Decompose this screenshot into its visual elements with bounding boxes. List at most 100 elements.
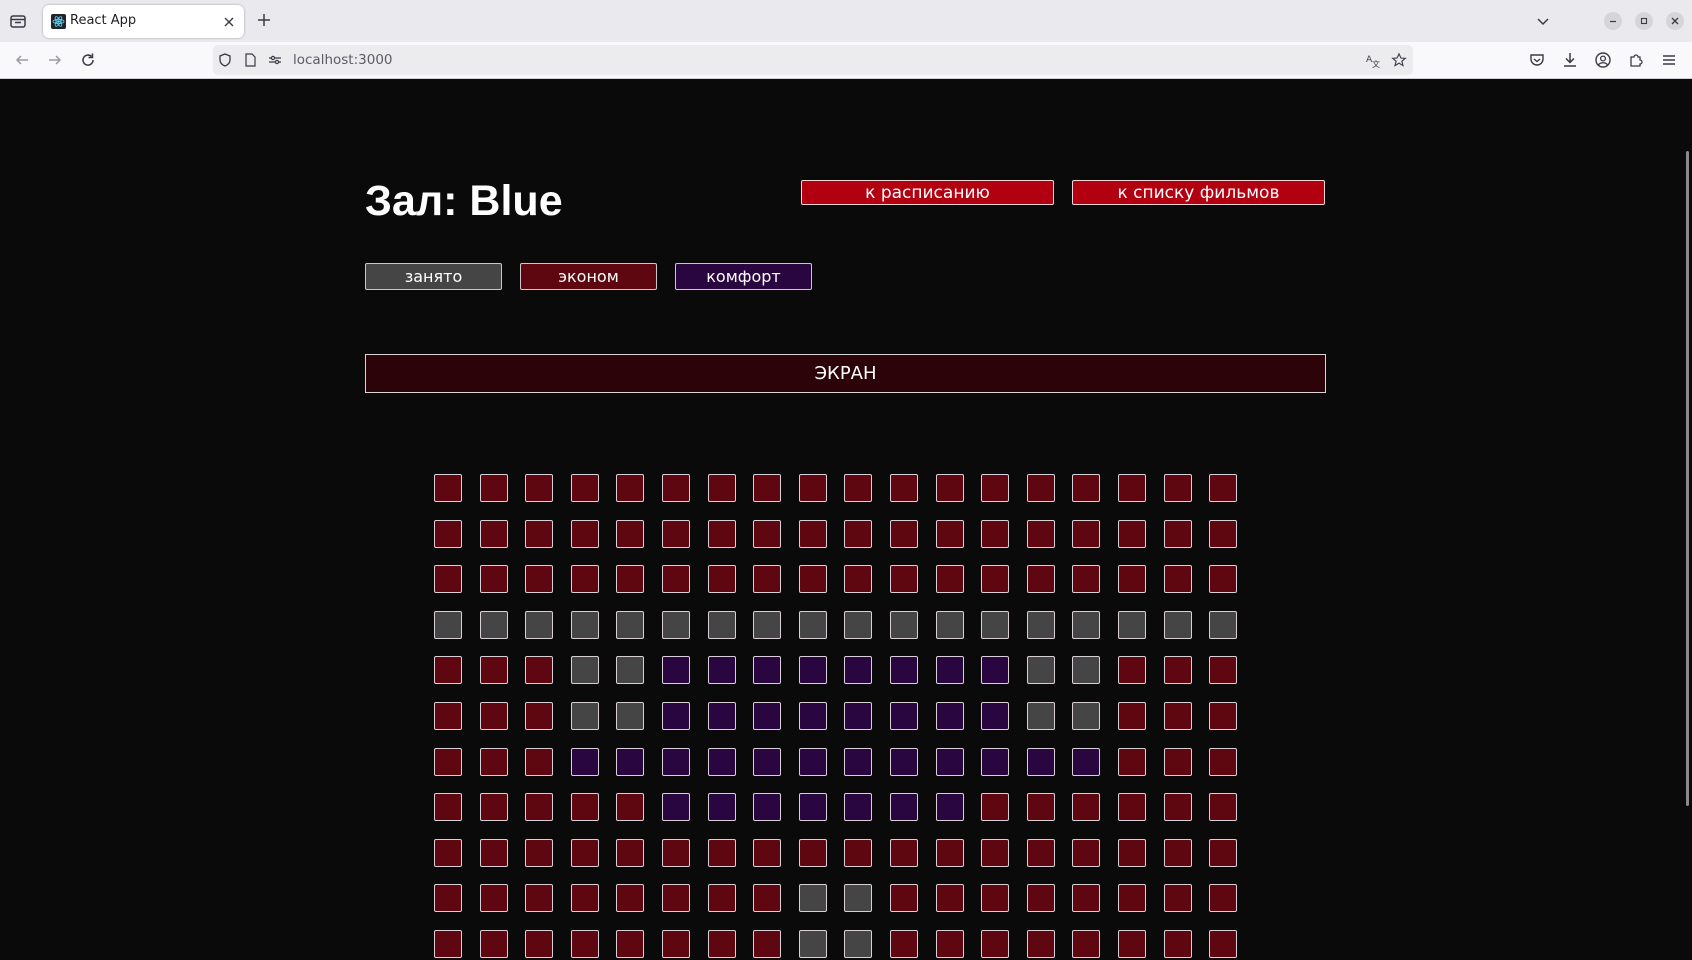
seat-economy[interactable]: [1117, 656, 1146, 685]
seat-economy[interactable]: [616, 565, 645, 594]
seat-comfort[interactable]: [661, 656, 690, 685]
seat-comfort[interactable]: [889, 701, 918, 730]
close-tab-icon[interactable]: [221, 14, 237, 30]
seat-economy[interactable]: [889, 474, 918, 502]
seat-economy[interactable]: [1117, 519, 1146, 548]
seat-economy[interactable]: [1072, 884, 1101, 913]
seat-economy[interactable]: [1163, 884, 1192, 913]
seat-economy[interactable]: [707, 884, 736, 913]
seat-economy[interactable]: [434, 519, 462, 548]
download-icon[interactable]: [1561, 51, 1579, 69]
seat-comfort[interactable]: [753, 747, 782, 776]
seat-economy[interactable]: [1072, 565, 1101, 594]
seat-economy[interactable]: [434, 474, 462, 502]
seat-economy[interactable]: [935, 519, 964, 548]
seat-economy[interactable]: [1163, 565, 1192, 594]
seat-economy[interactable]: [935, 474, 964, 502]
seat-economy[interactable]: [798, 565, 827, 594]
seat-economy[interactable]: [570, 884, 599, 913]
seat-economy[interactable]: [889, 884, 918, 913]
seat-economy[interactable]: [1163, 929, 1192, 958]
seat-economy[interactable]: [1026, 565, 1055, 594]
seat-economy[interactable]: [434, 929, 462, 958]
bookmark-star-icon[interactable]: [1391, 52, 1407, 68]
reload-icon[interactable]: [79, 51, 97, 69]
seat-economy[interactable]: [434, 838, 462, 867]
seat-economy[interactable]: [889, 929, 918, 958]
seat-economy[interactable]: [570, 565, 599, 594]
seat-economy[interactable]: [570, 519, 599, 548]
seat-comfort[interactable]: [935, 793, 964, 822]
seat-comfort[interactable]: [707, 656, 736, 685]
seat-economy[interactable]: [1117, 838, 1146, 867]
seat-economy[interactable]: [661, 474, 690, 502]
seat-economy[interactable]: [1026, 474, 1055, 502]
seat-comfort[interactable]: [889, 793, 918, 822]
seat-economy[interactable]: [1072, 838, 1101, 867]
seat-economy[interactable]: [1163, 519, 1192, 548]
seat-economy[interactable]: [479, 884, 508, 913]
seat-economy[interactable]: [1026, 884, 1055, 913]
seat-economy[interactable]: [1117, 565, 1146, 594]
seat-economy[interactable]: [1026, 929, 1055, 958]
seat-comfort[interactable]: [707, 747, 736, 776]
seat-comfort[interactable]: [661, 793, 690, 822]
seat-economy[interactable]: [844, 838, 873, 867]
seat-comfort[interactable]: [935, 747, 964, 776]
seat-economy[interactable]: [479, 838, 508, 867]
seat-economy[interactable]: [935, 929, 964, 958]
page-icon[interactable]: [242, 52, 258, 68]
seat-economy[interactable]: [1163, 793, 1192, 822]
seat-economy[interactable]: [1072, 474, 1101, 502]
seat-economy[interactable]: [434, 565, 462, 594]
seat-comfort[interactable]: [753, 701, 782, 730]
seat-economy[interactable]: [707, 565, 736, 594]
seat-economy[interactable]: [525, 474, 554, 502]
seat-economy[interactable]: [570, 793, 599, 822]
seat-economy[interactable]: [798, 474, 827, 502]
seat-comfort[interactable]: [707, 701, 736, 730]
seat-comfort[interactable]: [570, 747, 599, 776]
seat-economy[interactable]: [616, 929, 645, 958]
extensions-icon[interactable]: [1627, 51, 1645, 69]
seat-comfort[interactable]: [1072, 747, 1101, 776]
seat-economy[interactable]: [1026, 519, 1055, 548]
seat-economy[interactable]: [798, 519, 827, 548]
seat-economy[interactable]: [479, 474, 508, 502]
seat-economy[interactable]: [889, 519, 918, 548]
seat-economy[interactable]: [1117, 474, 1146, 502]
forward-arrow-icon[interactable]: [46, 51, 64, 69]
seat-economy[interactable]: [479, 519, 508, 548]
seat-economy[interactable]: [1117, 701, 1146, 730]
seat-economy[interactable]: [1163, 474, 1192, 502]
new-tab-icon[interactable]: [255, 11, 273, 29]
seat-comfort[interactable]: [935, 656, 964, 685]
seat-economy[interactable]: [616, 793, 645, 822]
seat-comfort[interactable]: [844, 701, 873, 730]
seat-economy[interactable]: [525, 929, 554, 958]
seat-economy[interactable]: [1072, 519, 1101, 548]
seat-economy[interactable]: [753, 929, 782, 958]
seat-economy[interactable]: [707, 838, 736, 867]
seat-economy[interactable]: [1209, 793, 1238, 822]
seat-economy[interactable]: [981, 884, 1010, 913]
seat-economy[interactable]: [616, 519, 645, 548]
chevron-down-icon[interactable]: [1534, 12, 1552, 30]
seat-comfort[interactable]: [798, 793, 827, 822]
seat-economy[interactable]: [525, 747, 554, 776]
seat-economy[interactable]: [981, 929, 1010, 958]
seat-economy[interactable]: [525, 884, 554, 913]
url-text[interactable]: localhost:3000: [293, 52, 393, 68]
seat-comfort[interactable]: [935, 701, 964, 730]
seat-economy[interactable]: [1163, 838, 1192, 867]
seat-economy[interactable]: [616, 884, 645, 913]
seat-comfort[interactable]: [798, 701, 827, 730]
seat-economy[interactable]: [889, 565, 918, 594]
menu-icon[interactable]: [1660, 51, 1678, 69]
seat-comfort[interactable]: [844, 793, 873, 822]
account-icon[interactable]: [1594, 51, 1612, 69]
scrollbar-thumb[interactable]: [1686, 151, 1689, 806]
seat-economy[interactable]: [479, 701, 508, 730]
seat-economy[interactable]: [753, 519, 782, 548]
seat-comfort[interactable]: [844, 656, 873, 685]
